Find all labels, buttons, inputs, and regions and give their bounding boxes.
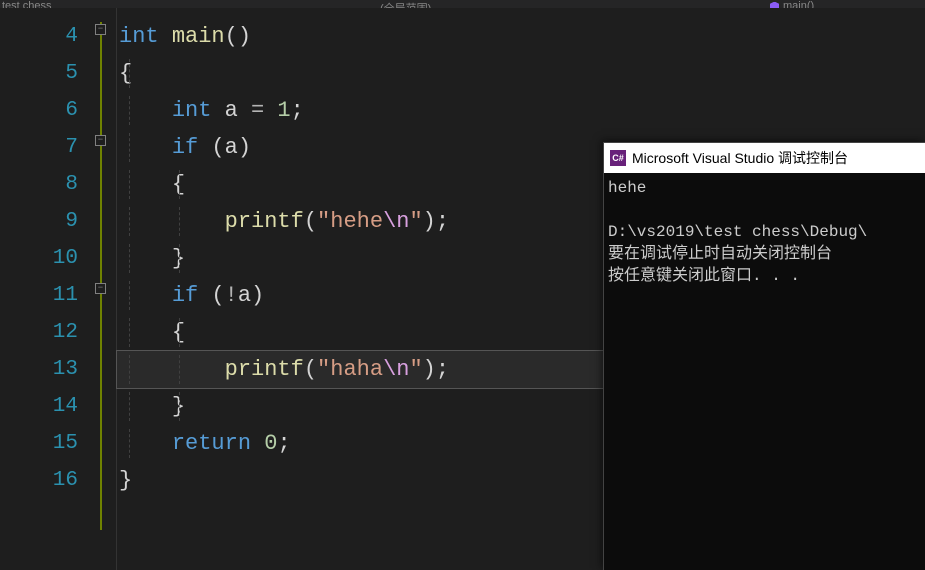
function-label: main() xyxy=(783,0,814,8)
keyword-int: int xyxy=(172,98,212,123)
semicolon: ; xyxy=(277,431,290,456)
rparen: ) xyxy=(238,135,251,160)
variable: a xyxy=(225,135,238,160)
line-number: 15 xyxy=(0,425,98,462)
scope-dropdown[interactable]: (全局范围) xyxy=(360,0,750,8)
function-printf: printf xyxy=(225,357,304,382)
string-literal: " xyxy=(409,209,422,234)
rparen: ) xyxy=(251,283,264,308)
string-literal: "hehe xyxy=(317,209,383,234)
console-title-text: Microsoft Visual Studio 调试控制台 xyxy=(632,148,848,168)
string-literal: "haha xyxy=(317,357,383,382)
fold-guide xyxy=(100,22,102,530)
line-number: 16 xyxy=(0,462,98,499)
top-bar: test chess (全局范围) main() xyxy=(0,0,925,8)
lparen: ( xyxy=(304,357,317,382)
line-number: 9 xyxy=(0,203,98,240)
fold-toggle[interactable]: − xyxy=(95,283,106,294)
brace-close: } xyxy=(119,468,132,493)
rparen: ) xyxy=(423,209,436,234)
keyword-if: if xyxy=(172,283,198,308)
code-line[interactable]: { xyxy=(117,55,925,92)
debug-console-window[interactable]: C# Microsoft Visual Studio 调试控制台 hehe D:… xyxy=(603,142,925,570)
brace-open: { xyxy=(119,61,132,86)
line-number: 6 xyxy=(0,92,98,129)
rparen: ) xyxy=(423,357,436,382)
variable: a xyxy=(211,98,251,123)
keyword-return: return xyxy=(172,431,251,456)
string-literal: " xyxy=(409,357,422,382)
number-literal: 1 xyxy=(264,98,290,123)
code-line[interactable]: int a = 1; xyxy=(117,92,925,129)
fold-column: − − − xyxy=(98,8,116,570)
console-titlebar[interactable]: C# Microsoft Visual Studio 调试控制台 xyxy=(604,143,925,173)
parens: () xyxy=(225,24,251,49)
function-printf: printf xyxy=(225,209,304,234)
fold-toggle[interactable]: − xyxy=(95,24,106,35)
line-number: 8 xyxy=(0,166,98,203)
console-line: 要在调试停止时自动关闭控制台 xyxy=(608,245,832,263)
function-dropdown[interactable]: main() xyxy=(750,0,925,8)
escape-seq: \n xyxy=(383,357,409,382)
line-number: 11 xyxy=(0,277,98,314)
keyword-if: if xyxy=(172,135,198,160)
operator-not: ! xyxy=(225,283,238,308)
console-line: D:\vs2019\test chess\Debug\ xyxy=(608,223,867,241)
vs-icon: C# xyxy=(610,150,626,166)
line-number: 12 xyxy=(0,314,98,351)
console-output[interactable]: hehe D:\vs2019\test chess\Debug\ 要在调试停止时… xyxy=(604,173,925,291)
line-number: 4 xyxy=(0,18,98,55)
escape-seq: \n xyxy=(383,209,409,234)
semicolon: ; xyxy=(436,357,449,382)
line-number: 13 xyxy=(0,351,98,388)
line-number: 10 xyxy=(0,240,98,277)
number-literal: 0 xyxy=(251,431,277,456)
line-number: 7 xyxy=(0,129,98,166)
line-number: 5 xyxy=(0,55,98,92)
line-number-gutter: 4 5 6 7 8 9 10 11 12 13 14 15 16 xyxy=(0,8,98,570)
line-number: 14 xyxy=(0,388,98,425)
operator-eq: = xyxy=(251,98,264,123)
function-main: main xyxy=(172,24,225,49)
keyword-int: int xyxy=(119,24,159,49)
tab-label: test chess xyxy=(2,0,52,8)
console-line: hehe xyxy=(608,179,646,197)
fold-toggle[interactable]: − xyxy=(95,135,106,146)
console-line: 按任意键关闭此窗口. . . xyxy=(608,267,800,285)
code-line[interactable]: int main() xyxy=(117,18,925,55)
semicolon: ; xyxy=(291,98,304,123)
lparen: ( xyxy=(211,283,224,308)
lparen: ( xyxy=(211,135,224,160)
lparen: ( xyxy=(304,209,317,234)
semicolon: ; xyxy=(436,209,449,234)
variable: a xyxy=(238,283,251,308)
file-tab[interactable]: test chess xyxy=(0,0,360,8)
